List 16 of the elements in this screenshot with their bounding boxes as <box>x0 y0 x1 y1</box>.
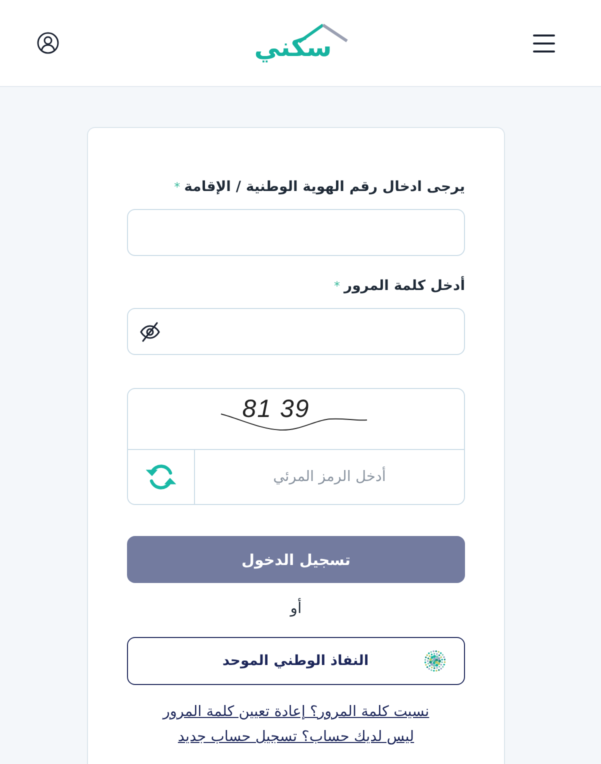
required-asterisk: * <box>334 280 340 292</box>
or-separator: أو <box>290 597 302 619</box>
captcha-code: 81 39 <box>242 395 310 423</box>
field-label: أدخل كلمة المرور <box>344 275 465 296</box>
field-label: يرجى ادخال رقم الهوية الوطنية / الإقامة <box>184 178 465 197</box>
required-asterisk: * <box>174 181 180 193</box>
forgot-password-link[interactable]: نسيت كلمة المرور؟ إعادة تعيين كلمة المرور <box>162 700 430 725</box>
eye-off-icon[interactable] <box>139 320 161 342</box>
menu-icon[interactable] <box>533 34 555 52</box>
id-number-field[interactable] <box>127 209 465 256</box>
register-link[interactable]: ليس لديك حساب؟ تسجيل حساب جديد <box>178 725 414 750</box>
dotted-circle-icon <box>423 649 447 673</box>
user-icon[interactable] <box>37 32 60 54</box>
refresh-icon <box>146 462 176 492</box>
password-field[interactable] <box>127 308 465 355</box>
national-sso-button[interactable]: النفاذ الوطني الموحد <box>127 637 465 685</box>
